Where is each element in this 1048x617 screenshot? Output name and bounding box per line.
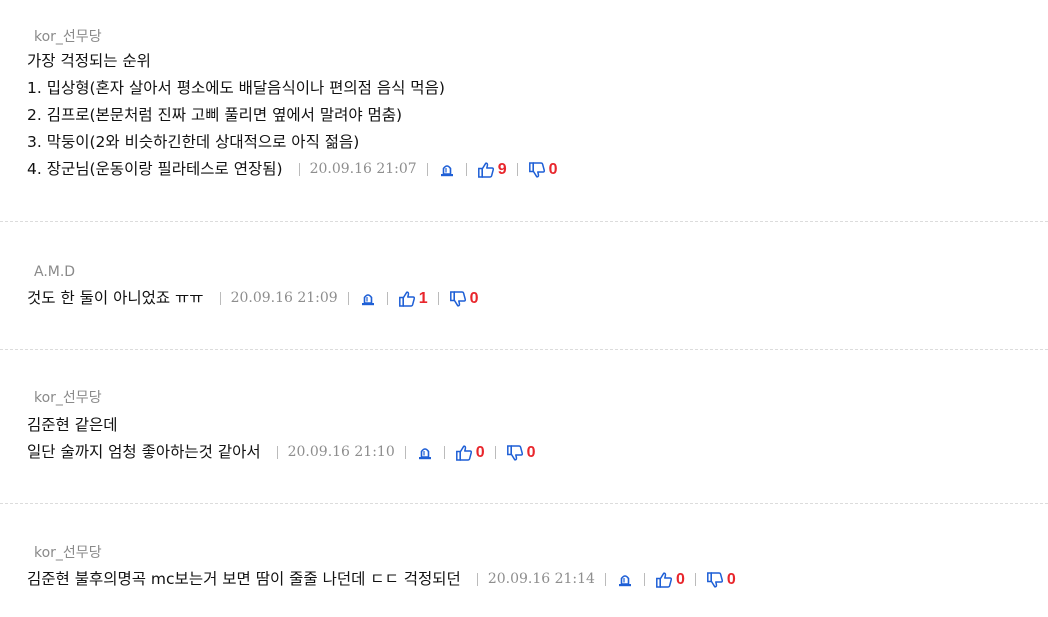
siren-icon	[616, 571, 634, 589]
divider	[298, 163, 300, 176]
divider	[465, 163, 467, 176]
comment-author[interactable]: kor_선무당	[34, 390, 102, 406]
comment-item: kor_선무당 가장 걱정되는 순위 1. 밉상형(혼자 살아서 평소에도 배달…	[0, 0, 1048, 222]
report-button[interactable]	[416, 444, 434, 462]
comment-item: kor_선무당 김준현 불후의명곡 mc보는거 보면 땀이 줄줄 나던데 ㄷㄷ …	[0, 504, 1048, 617]
report-button[interactable]	[359, 290, 377, 308]
dislike-button[interactable]	[528, 161, 546, 179]
thumbs-up-icon	[455, 444, 473, 462]
divider	[443, 446, 445, 459]
comment-author[interactable]: kor_선무당	[34, 29, 102, 45]
siren-icon	[359, 290, 377, 308]
dislike-count: 0	[726, 571, 736, 588]
comment-date: 20.09.16 21:10	[287, 444, 395, 460]
comment-body: 가장 걱정되는 순위 1. 밉상형(혼자 살아서 평소에도 배달음식이나 편의점…	[27, 48, 558, 183]
like-count: 1	[418, 290, 428, 307]
comment-text-line: 것도 한 둘이 아니었죠 ㅠㅠ	[27, 289, 204, 307]
comment-author[interactable]: kor_선무당	[34, 545, 102, 561]
comment-meta: 20.09.16 21:10 0 0	[267, 439, 536, 466]
comment-last-line: 김준현 불후의명곡 mc보는거 보면 땀이 줄줄 나던데 ㄷㄷ 걱정되던 20.…	[27, 566, 736, 593]
divider	[437, 292, 439, 305]
comment-text-line: 김준현 불후의명곡 mc보는거 보면 땀이 줄줄 나던데 ㄷㄷ 걱정되던	[27, 570, 461, 588]
like-button[interactable]	[655, 571, 673, 589]
comment-meta: 20.09.16 21:14 0 0	[467, 566, 736, 593]
divider	[219, 292, 221, 305]
comment-item: kor_선무당 김준현 같은데 일단 술까지 엄청 좋아하는것 같아서 20.0…	[0, 350, 1048, 504]
report-button[interactable]	[616, 571, 634, 589]
thumbs-up-icon	[398, 290, 416, 308]
thumbs-down-icon	[528, 161, 546, 179]
comment-last-line: 일단 술까지 엄청 좋아하는것 같아서 20.09.16 21:10 0 0	[27, 439, 536, 466]
divider	[476, 573, 478, 586]
like-button[interactable]	[477, 161, 495, 179]
divider	[494, 446, 496, 459]
comment-text-line: 3. 막둥이(2와 비슷하긴한데 상대적으로 아직 젊음)	[27, 133, 360, 151]
comment-author[interactable]: A.M.D	[34, 264, 75, 280]
comment-text-line: 2. 김프로(본문처럼 진짜 고삐 풀리면 옆에서 말려야 멈춤)	[27, 106, 403, 124]
like-button[interactable]	[455, 444, 473, 462]
comment-text-line: 일단 술까지 엄청 좋아하는것 같아서	[27, 443, 261, 461]
dislike-count: 0	[526, 444, 536, 461]
comment-body: 김준현 같은데 일단 술까지 엄청 좋아하는것 같아서 20.09.16 21:…	[27, 412, 536, 466]
divider	[276, 446, 278, 459]
comment-last-line: 것도 한 둘이 아니었죠 ㅠㅠ 20.09.16 21:09 1 0	[27, 285, 479, 312]
dislike-count: 0	[548, 161, 558, 178]
comment-item: A.M.D 것도 한 둘이 아니었죠 ㅠㅠ 20.09.16 21:09 1 0	[0, 222, 1048, 350]
thumbs-up-icon	[477, 161, 495, 179]
comment-text-line: 가장 걱정되는 순위	[27, 52, 151, 70]
divider	[516, 163, 518, 176]
dislike-button[interactable]	[706, 571, 724, 589]
like-button[interactable]	[398, 290, 416, 308]
dislike-button[interactable]	[506, 444, 524, 462]
comment-text-line: 4. 장군님(운동이랑 필라테스로 연장됨)	[27, 160, 283, 178]
thumbs-down-icon	[449, 290, 467, 308]
like-count: 0	[675, 571, 685, 588]
thumbs-down-icon	[706, 571, 724, 589]
divider	[604, 573, 606, 586]
comment-last-line: 4. 장군님(운동이랑 필라테스로 연장됨) 20.09.16 21:07 9 …	[27, 156, 558, 183]
divider	[386, 292, 388, 305]
divider	[643, 573, 645, 586]
divider	[404, 446, 406, 459]
comment-date: 20.09.16 21:07	[309, 161, 417, 177]
divider	[426, 163, 428, 176]
dislike-button[interactable]	[449, 290, 467, 308]
thumbs-down-icon	[506, 444, 524, 462]
divider	[347, 292, 349, 305]
comment-meta: 20.09.16 21:09 1 0	[210, 285, 479, 312]
comment-date: 20.09.16 21:14	[487, 571, 595, 587]
report-button[interactable]	[438, 161, 456, 179]
like-count: 9	[497, 161, 507, 178]
comment-body: 것도 한 둘이 아니었죠 ㅠㅠ 20.09.16 21:09 1 0	[27, 285, 479, 312]
comment-date: 20.09.16 21:09	[230, 290, 338, 306]
comment-body: 김준현 불후의명곡 mc보는거 보면 땀이 줄줄 나던데 ㄷㄷ 걱정되던 20.…	[27, 566, 736, 593]
siren-icon	[416, 444, 434, 462]
comment-meta: 20.09.16 21:07 9 0	[289, 156, 558, 183]
like-count: 0	[475, 444, 485, 461]
siren-icon	[438, 161, 456, 179]
comment-text-line: 김준현 같은데	[27, 416, 118, 434]
divider	[694, 573, 696, 586]
dislike-count: 0	[469, 290, 479, 307]
thumbs-up-icon	[655, 571, 673, 589]
comment-text-line: 1. 밉상형(혼자 살아서 평소에도 배달음식이나 편의점 음식 먹음)	[27, 79, 445, 97]
